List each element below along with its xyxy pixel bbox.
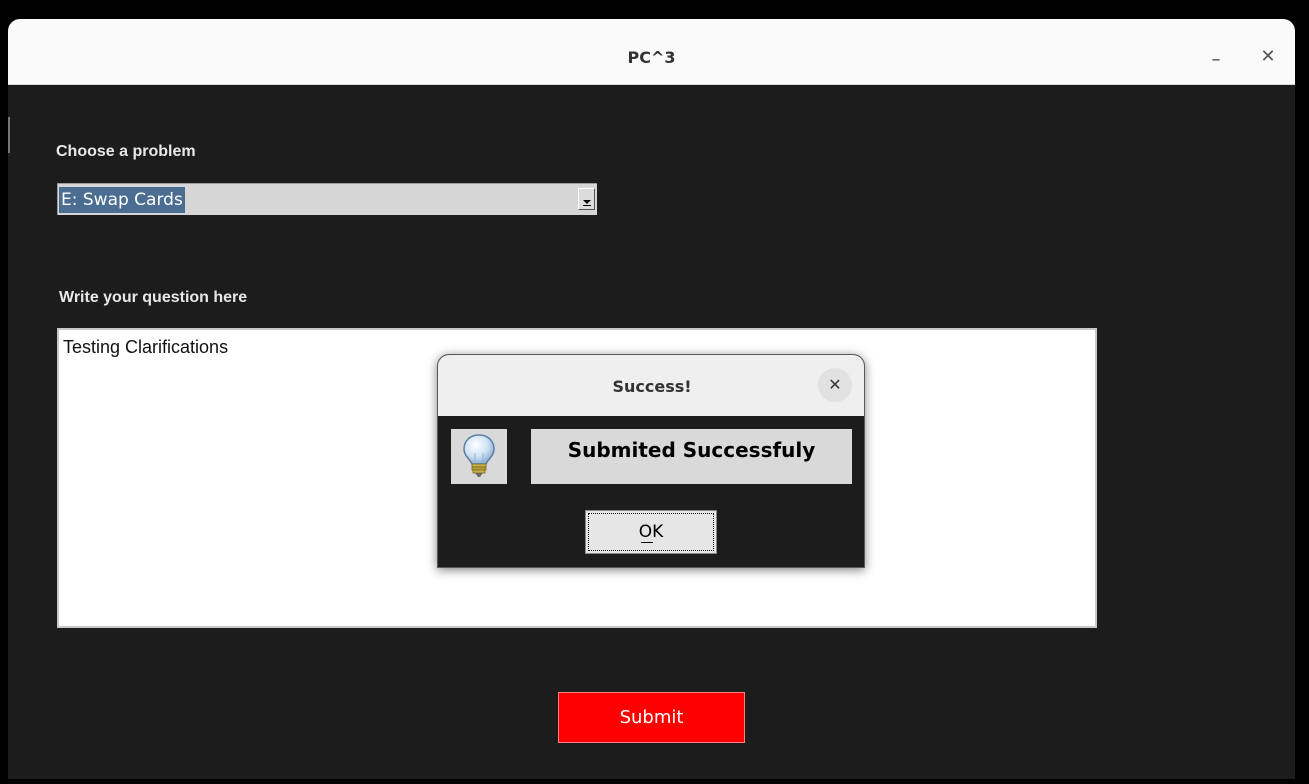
chevron-down-icon[interactable] xyxy=(578,188,595,210)
question-text: Testing Clarifications xyxy=(63,337,229,357)
problem-select-value: E: Swap Cards xyxy=(59,187,185,213)
problem-label: Choose a problem xyxy=(56,143,196,160)
window-titlebar[interactable]: PC^3 – ✕ xyxy=(8,19,1295,85)
dialog-close-button[interactable]: ✕ xyxy=(818,368,852,402)
dialog-titlebar[interactable]: Success! ✕ xyxy=(438,355,864,416)
close-button[interactable]: ✕ xyxy=(1253,42,1283,72)
success-dialog: Success! ✕ Submited Successfuly OK xyxy=(437,354,865,568)
problem-select[interactable]: E: Swap Cards xyxy=(57,183,597,215)
window-title: PC^3 xyxy=(627,48,676,67)
dialog-title: Success! xyxy=(612,377,692,396)
ok-button-label: OK xyxy=(638,522,664,542)
minimize-button[interactable]: – xyxy=(1201,43,1231,73)
edge-divider xyxy=(8,117,10,153)
lightbulb-icon xyxy=(451,429,507,484)
submit-button[interactable]: Submit xyxy=(558,692,745,743)
dialog-message: Submited Successfuly xyxy=(531,429,852,484)
question-label: Write your question here xyxy=(59,289,248,306)
mnemonic-underline xyxy=(641,542,653,543)
ok-button[interactable]: OK xyxy=(585,510,717,554)
